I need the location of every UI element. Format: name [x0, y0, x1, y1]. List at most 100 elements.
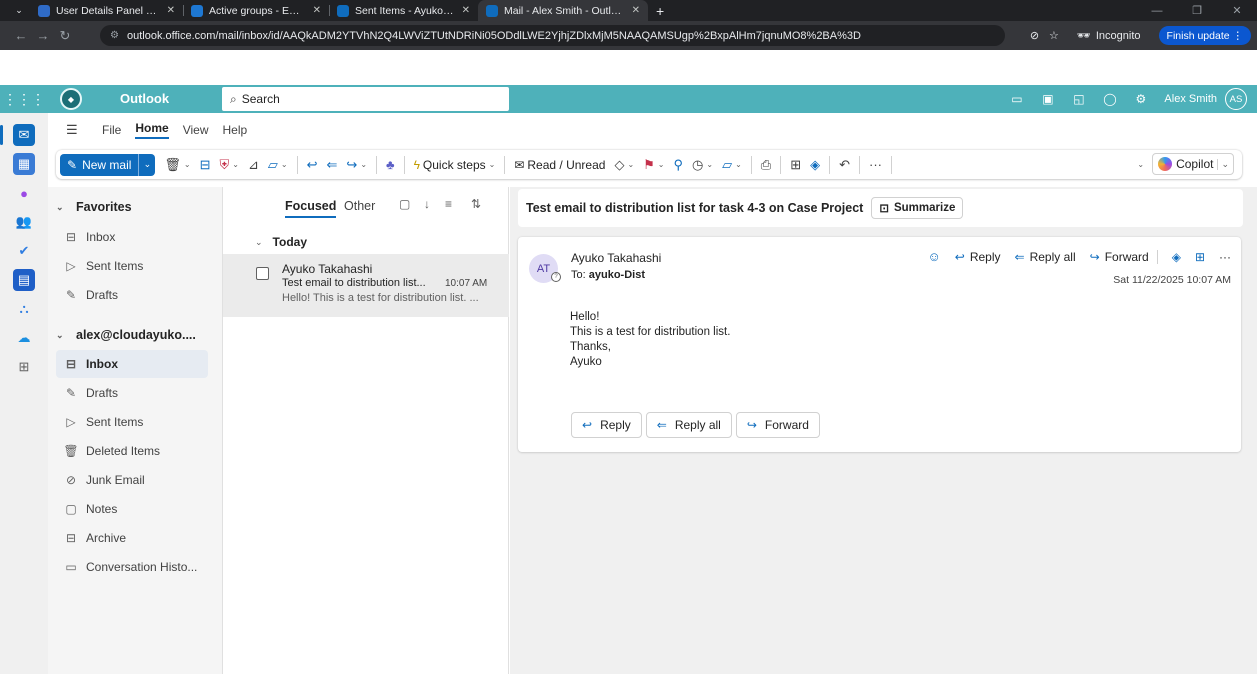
app-name[interactable]: Outlook	[120, 91, 169, 106]
new-mail-button[interactable]: ✎ New mail ⌄	[60, 153, 156, 176]
undo-button[interactable]: ↶	[839, 157, 850, 173]
gear-icon[interactable]: ⚙	[1125, 92, 1156, 106]
calendar-note-icon[interactable]: ▣	[1032, 92, 1063, 106]
folder-item-drafts[interactable]: ✎ Drafts	[62, 379, 222, 407]
favorite-item-drafts[interactable]: ✎ Drafts	[62, 281, 222, 309]
mail-app-icon[interactable]: ✉	[13, 124, 35, 146]
copilot-button[interactable]: Copilot ⌄	[1152, 153, 1234, 175]
app-launcher-icon[interactable]: ⋮⋮⋮	[0, 85, 48, 113]
reply-button[interactable]: ↩ Reply	[955, 250, 1001, 264]
copilot-app-icon[interactable]: ●	[13, 182, 35, 204]
print-button[interactable]: ⎙	[761, 157, 771, 173]
bookmark-star-icon[interactable]: ☆	[1049, 29, 1059, 42]
chat-icon[interactable]: ◱	[1063, 92, 1094, 106]
avatar[interactable]: AT ?	[529, 254, 561, 283]
more-actions-button[interactable]: ···	[1219, 250, 1231, 264]
read-unread-button[interactable]: ✉ Read / Unread	[514, 158, 605, 172]
folder-item-deleted[interactable]: 🗑 Deleted Items	[62, 437, 222, 465]
tab-home[interactable]: Home	[135, 121, 169, 139]
folder-item-notes[interactable]: ▢ Notes	[62, 495, 222, 523]
close-tab-icon[interactable]: ✕	[313, 5, 321, 16]
immersive-reader-button[interactable]: ◈	[810, 157, 820, 173]
incognito-indicator[interactable]: 🕶 Incognito	[1069, 29, 1149, 43]
browser-tab-active[interactable]: Mail - Alex Smith - Outlook ✕	[478, 0, 648, 21]
new-mail-dropdown-icon[interactable]: ⌄	[139, 159, 155, 170]
summarize-button[interactable]: ⊡ Summarize	[871, 197, 964, 219]
meet-now-icon[interactable]: ▭	[1001, 92, 1032, 106]
browser-tab[interactable]: User Details Panel - Microsoft 3 ✕	[30, 0, 183, 21]
finish-update-button[interactable]: Finish update ⋮	[1158, 26, 1251, 45]
snooze-button[interactable]: ◷ ⌄	[692, 157, 713, 173]
share-to-teams-button[interactable]: ♣	[386, 157, 395, 172]
expand-ribbon-button[interactable]: ⌄	[1137, 160, 1144, 169]
folder-item-sent[interactable]: ▷ Sent Items	[62, 408, 222, 436]
close-window-icon[interactable]: ✕	[1217, 4, 1257, 17]
archive-button[interactable]: ⊟	[200, 157, 211, 173]
reload-icon[interactable]: ↻	[54, 28, 76, 44]
sweep-button[interactable]: ⊿	[248, 157, 259, 173]
tab-other[interactable]: Other	[344, 199, 375, 213]
recipient-name[interactable]: ayuko-Dist	[589, 269, 645, 281]
rules-button[interactable]: ▱ ⌄	[722, 157, 742, 173]
account-header[interactable]: ⌄ alex@cloudayuko....	[56, 321, 216, 349]
flag-button[interactable]: ⚑ ⌄	[643, 157, 664, 173]
bell-icon[interactable]: ◯	[1094, 92, 1125, 106]
quick-steps-button[interactable]: ϟ Quick steps ⌄	[414, 158, 496, 172]
site-info-icon[interactable]: ⚙	[110, 30, 119, 41]
favorite-item-sent[interactable]: ▷ Sent Items	[62, 252, 222, 280]
avatar[interactable]: AS	[1225, 88, 1247, 110]
forward-button[interactable]: ↪ ⌄	[346, 157, 367, 173]
report-button[interactable]: ⛨ ⌄	[220, 157, 239, 173]
user-name[interactable]: Alex Smith	[1164, 93, 1217, 105]
favorite-item-inbox[interactable]: ⊟ Inbox	[62, 223, 222, 251]
select-mode-icon[interactable]: ▢	[399, 197, 410, 211]
favorites-header[interactable]: ⌄ Favorites	[56, 193, 216, 221]
pin-button[interactable]: ⚲	[674, 157, 684, 173]
browser-tab[interactable]: Sent Items - Ayuko Takahashi - ✕	[329, 0, 478, 21]
tab-view[interactable]: View	[183, 123, 209, 137]
reply-all-button[interactable]: ⇐ Reply all	[1015, 250, 1076, 264]
list-item[interactable]: Ayuko Takahashi Test email to distributi…	[223, 254, 509, 317]
address-bar[interactable]: ⚙ outlook.office.com/mail/inbox/id/AAQkA…	[100, 25, 1005, 46]
bottom-reply-button[interactable]: ↩ Reply	[571, 412, 642, 438]
onedrive-app-icon[interactable]: ☁	[13, 327, 35, 349]
date-group-header[interactable]: ⌄ Today	[223, 230, 510, 254]
close-tab-icon[interactable]: ✕	[462, 5, 470, 16]
bottom-forward-button[interactable]: ↪ Forward	[735, 412, 820, 438]
categorize-button[interactable]: ◇ ⌄	[614, 157, 634, 173]
tab-file[interactable]: File	[102, 123, 121, 137]
tab-search-chevron-icon[interactable]: ⌄	[8, 2, 30, 19]
tab-help[interactable]: Help	[222, 123, 247, 137]
search-input[interactable]: ⌕ Search	[222, 87, 509, 111]
org-explorer-app-icon[interactable]: ⛬	[13, 298, 35, 320]
folder-item-junk[interactable]: ⊘ Junk Email	[62, 466, 222, 494]
calendar-app-icon[interactable]: ▦	[13, 153, 35, 175]
forward-arrow-icon[interactable]: →	[32, 28, 54, 43]
select-checkbox[interactable]	[256, 267, 269, 280]
folder-item-inbox[interactable]: ⊟ Inbox	[56, 350, 208, 378]
filter-icon[interactable]: ≡	[445, 197, 452, 211]
apps-button[interactable]: ⊞	[790, 157, 801, 173]
delete-button[interactable]: 🗑 ⌄	[164, 157, 190, 173]
chevron-down-icon[interactable]: ⌄	[1217, 158, 1229, 170]
immersive-reader-button[interactable]: ◈	[1172, 250, 1181, 264]
people-app-icon[interactable]: 👥	[13, 211, 35, 233]
word-app-icon[interactable]: ▤	[13, 269, 35, 291]
todo-app-icon[interactable]: ✔	[13, 240, 35, 262]
minimize-icon[interactable]: —	[1137, 5, 1177, 17]
reaction-smiley-icon[interactable]: ☺	[928, 249, 941, 264]
more-apps-icon[interactable]: ⊞	[13, 356, 35, 378]
sort-icon[interactable]: ⇅	[471, 197, 481, 211]
more-options-button[interactable]: ···	[869, 157, 882, 172]
hamburger-menu-icon[interactable]: ☰	[66, 122, 88, 138]
folder-item-conversation-history[interactable]: ▭ Conversation Histo...	[62, 553, 222, 581]
forward-button[interactable]: ↪ Forward	[1090, 250, 1149, 264]
sender-name[interactable]: Ayuko Takahashi	[571, 251, 661, 265]
folder-item-archive[interactable]: ⊟ Archive	[62, 524, 222, 552]
close-tab-icon[interactable]: ✕	[167, 5, 175, 16]
bottom-reply-all-button[interactable]: ⇐ Reply all	[645, 412, 732, 438]
apps-button[interactable]: ⊞	[1195, 250, 1205, 264]
restore-icon[interactable]: ❐	[1177, 4, 1217, 17]
tracking-eye-off-icon[interactable]: ⊘	[1030, 29, 1039, 42]
move-to-button[interactable]: ▱ ⌄	[268, 157, 288, 173]
